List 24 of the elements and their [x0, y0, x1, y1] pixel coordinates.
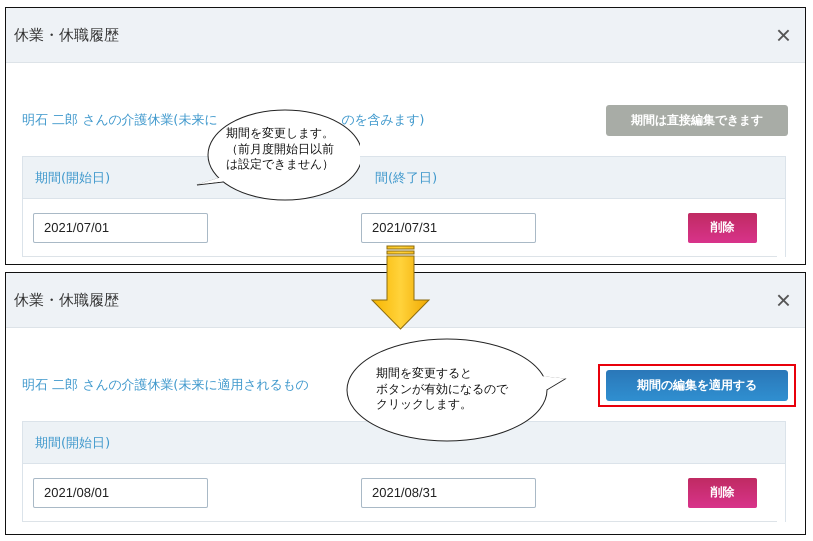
callout-text: （前月度開始日以前 — [226, 142, 334, 158]
down-arrow-icon — [371, 245, 431, 330]
callout-text: 期間を変更すると — [376, 366, 472, 382]
end-date-field[interactable]: 2021/07/31 — [361, 212, 536, 242]
column-header: 間(終了日) — [375, 170, 438, 186]
callout-text: クリックします。 — [376, 397, 472, 413]
delete-button[interactable]: 削除 — [688, 212, 757, 242]
section-heading: 明石 二郎 さんの介護休業(未来に適用されるもの — [22, 377, 308, 394]
dialog-title: 休業・休職履歴 — [14, 26, 119, 44]
callout-text: ボタンが有効になるので — [376, 382, 508, 398]
end-date-field[interactable]: 2021/08/31 — [361, 478, 536, 508]
delete-button[interactable]: 削除 — [688, 478, 757, 508]
column-header: 期間(開始日) — [35, 434, 110, 452]
close-button[interactable]: × — [772, 287, 795, 313]
section-heading: のを含みます) — [341, 112, 424, 129]
start-date-field[interactable]: 2021/07/01 — [33, 212, 208, 242]
callout-text: は設定できません） — [226, 157, 334, 173]
start-date-field[interactable]: 2021/08/01 — [33, 478, 208, 508]
dialog-title: 休業・休職履歴 — [14, 290, 119, 310]
apply-period-button[interactable]: 期間の編集を適用する — [606, 370, 788, 400]
section-heading: 明石 二郎 さんの介護休業(未来に — [22, 112, 218, 129]
callout-text: 期間を変更します。 — [226, 126, 334, 142]
column-header: 期間(開始日) — [35, 170, 110, 186]
close-button[interactable]: × — [772, 22, 795, 48]
